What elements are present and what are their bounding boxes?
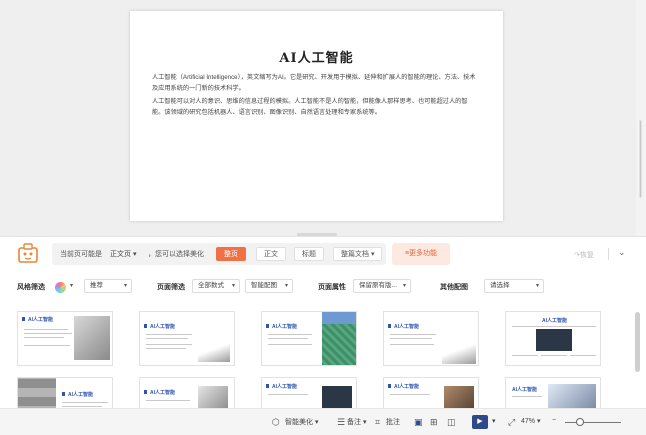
template-thumbnail[interactable]: AI人工智能 <box>261 377 357 409</box>
layout-count-dropdown[interactable]: 全部数式 ▾ <box>192 279 240 293</box>
template-thumbnail[interactable]: AI人工智能 <box>139 311 235 366</box>
chip-body[interactable]: 正文 <box>256 247 286 261</box>
reading-view-icon[interactable]: ◫ <box>447 417 456 428</box>
chip-whole-page[interactable]: 整页 <box>216 247 246 261</box>
style-dropdown[interactable]: 推荐 ▾ <box>84 279 132 293</box>
thumbnail-scrollbar[interactable] <box>635 312 640 372</box>
beautify-toolbar: 当前页可能是 正文页 ▾ ，您可以选择美化 整页 正文 标题 整篇文档 ▾ ≡更… <box>0 237 646 273</box>
template-thumbnail[interactable]: AI人工智能 <box>505 377 601 409</box>
notes-button[interactable]: 备注 ▾ <box>347 417 366 427</box>
template-thumbnail[interactable]: AI人工智能 <box>17 377 113 409</box>
robot-icon <box>18 243 38 263</box>
slide-paragraph[interactable]: 人工智能可以对人的意识、思维的信息过程的模拟。人工智能不是人的智能，但能像人那样… <box>152 97 477 118</box>
redo-button[interactable]: ↷恢复 <box>574 250 594 260</box>
zoom-slider-handle[interactable] <box>576 418 584 426</box>
filter-bar: 风格筛选 推荐 ▾ 页面筛选 全部数式 ▾ 智能配图 ▾ 页面属性 保留原有版... ▾… <box>0 276 646 296</box>
play-icon[interactable]: ▶ <box>472 415 488 429</box>
collapse-icon[interactable]: ⌄ <box>618 247 626 258</box>
chip-title[interactable]: 标题 <box>294 247 324 261</box>
template-thumbnail[interactable]: AI人工智能 <box>383 311 479 366</box>
comments-button[interactable]: 批注 <box>386 417 400 427</box>
status-bar: ⬡ 智能美化 ▾ ☰ 备注 ▾ ⌗ 批注 ▣ ⊞ ◫ ▶ ▾ ⤢ 47% ▾ − <box>0 408 646 435</box>
scrollbar-thumb[interactable] <box>639 120 642 198</box>
layout-filter-label: 页面筛选 <box>157 284 185 291</box>
hint-suffix: ，您可以选择美化 <box>148 251 204 258</box>
chip-whole-document[interactable]: 整篇文档 ▾ <box>333 247 383 261</box>
zoom-level[interactable]: 47% ▾ <box>521 417 540 425</box>
zoom-slider[interactable] <box>565 422 621 423</box>
template-thumbnail-grid: AI人工智能 AI人工智能 AI人工智能 AI人工智能 AI人工智能 AI人工智… <box>0 303 646 409</box>
page-type-hint: 当前页可能是 正文页 ▾ ，您可以选择美化 整页 正文 标题 整篇文档 ▾ <box>52 243 386 265</box>
smart-beautify-button[interactable]: 智能美化 ▾ <box>285 417 318 427</box>
template-thumbnail[interactable]: AI人工智能 <box>505 311 601 366</box>
page-type-select[interactable]: 正文页 ▾ <box>110 248 136 262</box>
slide-body-text[interactable]: 人工智能（Artificial Intelligence），英文缩写为AI。它是… <box>152 73 477 121</box>
attr-dropdown[interactable]: 保留原有版... ▾ <box>353 279 411 293</box>
other-filter-label: 其他配图 <box>440 284 468 291</box>
current-slide[interactable]: AI人工智能 人工智能（Artificial Intelligence），英文缩… <box>130 11 503 221</box>
style-filter-label: 风格筛选 <box>17 284 45 291</box>
more-features-button[interactable]: ≡更多功能 <box>392 243 450 265</box>
smart-image-dropdown[interactable]: 智能配图 ▾ <box>245 279 293 293</box>
color-palette-icon[interactable] <box>55 282 66 293</box>
grid-view-icon[interactable]: ⊞ <box>430 417 438 428</box>
template-thumbnail[interactable]: AI人工智能 <box>383 377 479 409</box>
normal-view-icon[interactable]: ▣ <box>414 417 423 428</box>
slide-editing-area: AI人工智能 人工智能（Artificial Intelligence），英文缩… <box>0 0 646 236</box>
fit-window-icon[interactable]: ⤢ <box>508 417 515 428</box>
template-thumbnail[interactable]: AI人工智能 <box>139 377 235 409</box>
chevron-down-icon[interactable]: ▾ <box>492 417 496 425</box>
chevron-down-icon[interactable]: ▾ <box>70 282 73 289</box>
template-thumbnail[interactable]: AI人工智能 <box>261 311 357 366</box>
slide-title[interactable]: AI人工智能 <box>130 47 503 66</box>
other-dropdown[interactable]: 请选择 ▾ <box>484 279 544 293</box>
hint-prefix: 当前页可能是 <box>60 251 102 258</box>
vertical-scrollbar[interactable] <box>636 0 646 236</box>
beautify-panel: 当前页可能是 正文页 ▾ ，您可以选择美化 整页 正文 标题 整篇文档 ▾ ≡更… <box>0 236 646 409</box>
template-thumbnail[interactable]: AI人工智能 <box>17 311 113 366</box>
notes-icon[interactable]: ☰ <box>337 417 345 428</box>
comment-icon[interactable]: ⌗ <box>375 417 380 428</box>
slide-paragraph[interactable]: 人工智能（Artificial Intelligence），英文缩写为AI。它是… <box>152 73 477 94</box>
attr-filter-label: 页面属性 <box>318 284 346 291</box>
smart-beautify-icon[interactable]: ⬡ <box>272 417 280 428</box>
divider <box>608 248 609 260</box>
zoom-out-icon[interactable]: − <box>552 417 556 424</box>
